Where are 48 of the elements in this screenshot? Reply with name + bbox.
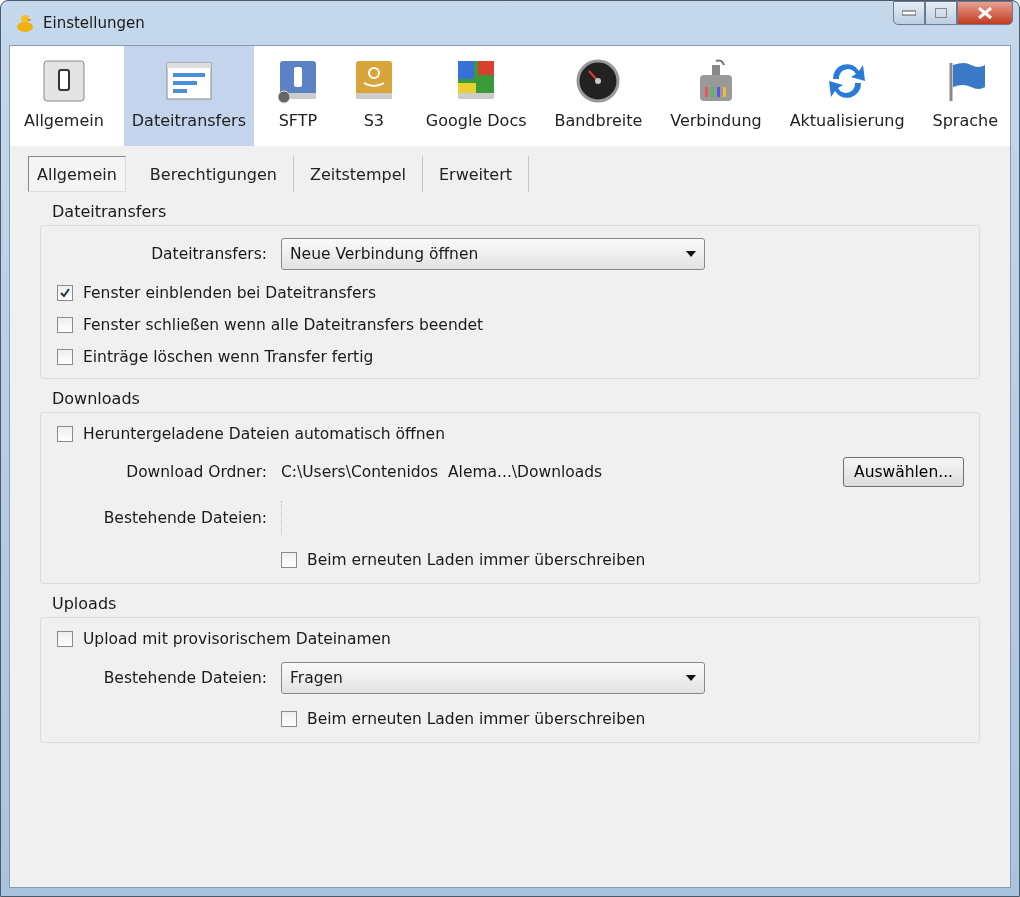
toolbar-tab[interactable]: Allgemein (16, 46, 112, 146)
checkbox-label: Upload mit provisorischem Dateinamen (83, 630, 391, 648)
toolbar-tab[interactable]: SFTP (265, 46, 330, 146)
folder-path: C:\Users\Contenidos Alema...\Downloads (281, 463, 603, 481)
group-title: Dateitransfers (52, 202, 168, 221)
duck-icon (15, 13, 35, 33)
minimize-icon (902, 10, 916, 16)
checkbox-label: Fenster einblenden bei Dateitransfers (83, 284, 376, 302)
caret-icon (686, 251, 696, 257)
checkbox-label: Heruntergeladene Dateien automatisch öffnen (83, 425, 445, 443)
toolbar-tab[interactable]: Dateitransfers (123, 46, 254, 146)
tab[interactable]: Zeitstempel (294, 156, 423, 192)
tab[interactable]: Erweitert (423, 156, 530, 192)
checkbox-label: Beim erneuten Laden immer überschreiben (307, 551, 646, 569)
checkbox-label: Fenster schließen wenn alle Dateitransfers beendet (83, 316, 484, 334)
checkbox[interactable] (57, 317, 73, 333)
tab[interactable]: Berechtigungen (133, 156, 294, 192)
tab[interactable]: Allgemein (28, 156, 126, 192)
checkbox-label: Beim erneuten Laden immer überschreiben (307, 710, 646, 728)
group-title: Downloads (52, 389, 141, 408)
dropdown[interactable]: Fragen (281, 662, 705, 694)
dropdown[interactable]: Neue Verbindung öffnen (281, 238, 705, 270)
field-label: Download Ordner: (125, 463, 267, 481)
checkbox-label: Einträge löschen wenn Transfer fertig (83, 348, 374, 366)
maximize-icon (935, 8, 947, 18)
choose-button[interactable]: Auswählen... (843, 457, 964, 487)
field-label: Bestehende Dateien: (102, 509, 267, 527)
caret-icon (686, 675, 696, 681)
field-label: Dateitransfers: (150, 245, 267, 263)
toolbar-tab[interactable]: Google Docs (417, 46, 535, 146)
checkbox[interactable] (281, 711, 297, 727)
checkbox[interactable] (57, 285, 73, 301)
toolbar-tab[interactable]: Verbindung (662, 46, 770, 146)
checkbox[interactable] (57, 349, 73, 365)
close-icon (977, 7, 993, 19)
toolbar-tab[interactable]: Sprache (924, 46, 1006, 146)
minimize-button[interactable] (893, 1, 925, 25)
window-title: Einstellungen (43, 14, 146, 32)
maximize-button[interactable] (925, 1, 957, 25)
field-label: Bestehende Dateien: (102, 669, 267, 687)
checkbox[interactable] (281, 552, 297, 568)
checkbox[interactable] (57, 426, 73, 442)
toolbar-tab[interactable]: Aktualisierung (781, 46, 913, 146)
group-title: Uploads (52, 594, 118, 613)
toolbar-tab[interactable]: Bandbreite (546, 46, 651, 146)
toolbar-tab[interactable]: S3 (341, 46, 406, 146)
close-button[interactable] (957, 1, 1013, 25)
checkbox[interactable] (57, 631, 73, 647)
